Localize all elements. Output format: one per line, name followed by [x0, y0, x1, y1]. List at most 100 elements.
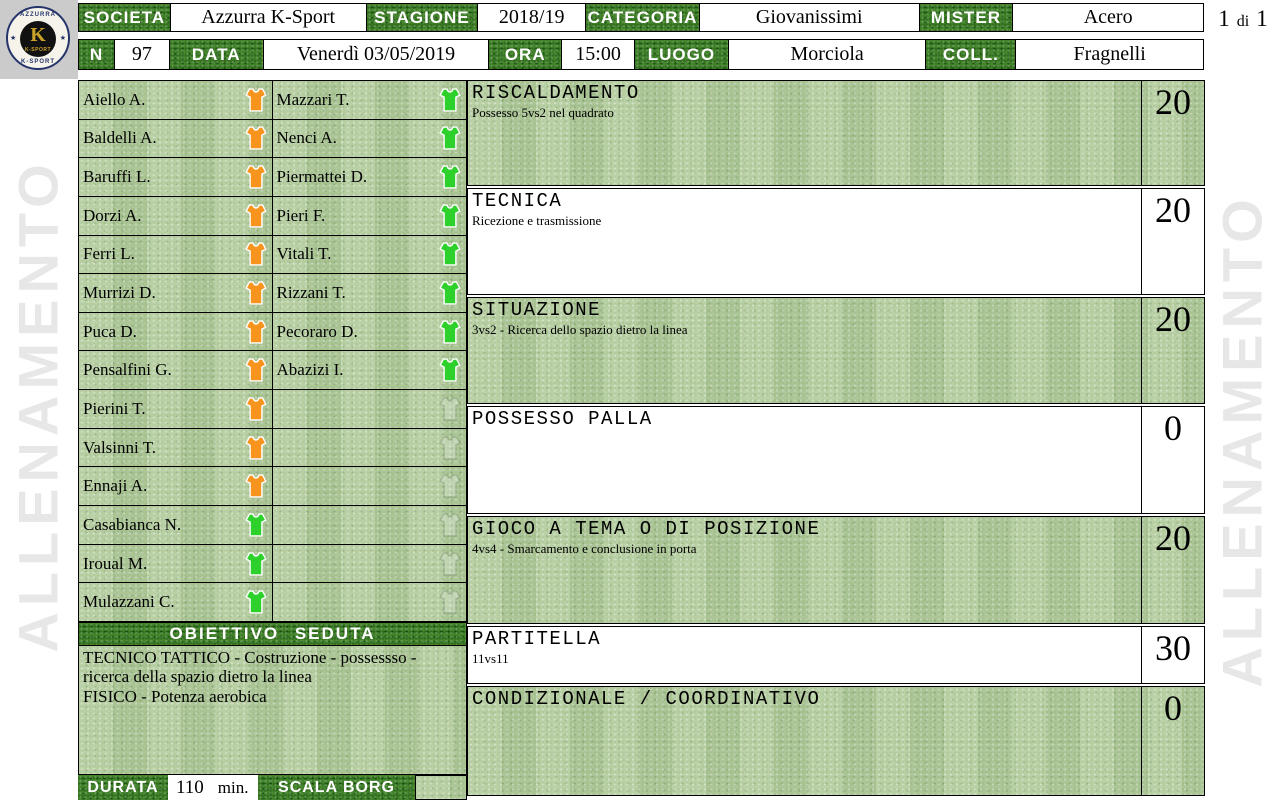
table-row: Pierini T.: [79, 390, 466, 429]
player-cell[interactable]: Dorzi A.: [79, 197, 273, 235]
player-name: Pierini T.: [83, 399, 146, 419]
label-text: MISTER: [931, 8, 1001, 28]
vest-icon[interactable]: [245, 320, 267, 344]
vest-icon[interactable]: [245, 88, 267, 112]
section-row-situazione[interactable]: SITUAZIONE3vs2 - Ricerca dello spazio di…: [467, 297, 1205, 404]
vest-icon[interactable]: [439, 320, 461, 344]
player-cell[interactable]: Pierini T.: [79, 390, 273, 428]
section-row-gioco-a-tema[interactable]: GIOCO A TEMA O DI POSIZIONE4vs4 - Smarca…: [467, 516, 1205, 624]
societa-value-field[interactable]: Azzurra K-Sport: [171, 4, 367, 31]
coll-value-field[interactable]: Fragnelli: [1016, 40, 1203, 69]
player-cell[interactable]: Pieri F.: [273, 197, 467, 235]
table-row: Aiello A. Mazzari T.: [79, 81, 466, 120]
vest-icon[interactable]: [439, 590, 461, 614]
borg-value-field[interactable]: [415, 775, 467, 800]
player-cell[interactable]: Pensalfini G.: [79, 351, 273, 389]
section-row-tecnica[interactable]: TECNICARicezione e trasmissione 20: [467, 188, 1205, 295]
durata-value-field[interactable]: 110 min.: [168, 775, 258, 800]
vest-icon[interactable]: [245, 126, 267, 150]
vest-icon[interactable]: [245, 397, 267, 421]
player-cell[interactable]: Abazizi I.: [273, 351, 467, 389]
vest-icon[interactable]: [439, 552, 461, 576]
vest-icon[interactable]: [245, 552, 267, 576]
player-cell[interactable]: Aiello A.: [79, 81, 273, 119]
mister-value-field[interactable]: Acero: [1013, 4, 1203, 31]
player-cell[interactable]: Pecoraro D.: [273, 313, 467, 351]
section-duration[interactable]: 20: [1141, 517, 1204, 623]
vest-icon[interactable]: [439, 436, 461, 460]
section-row-riscaldamento[interactable]: RISCALDAMENTOPossesso 5vs2 nel quadrato …: [467, 80, 1205, 186]
vest-icon[interactable]: [245, 436, 267, 460]
player-cell[interactable]: Mazzari T.: [273, 81, 467, 119]
player-cell[interactable]: [273, 506, 467, 544]
player-cell[interactable]: Mulazzani C.: [79, 583, 273, 621]
player-cell[interactable]: Puca D.: [79, 313, 273, 351]
player-cell[interactable]: [273, 390, 467, 428]
section-title: RISCALDAMENTO: [472, 82, 1137, 104]
section-row-condizionale[interactable]: CONDIZIONALE / COORDINATIVO 0: [467, 686, 1205, 796]
player-cell[interactable]: Murrizi D.: [79, 274, 273, 312]
player-cell[interactable]: Valsinni T.: [79, 429, 273, 467]
table-row: Mulazzani C.: [79, 583, 466, 621]
player-cell[interactable]: [273, 545, 467, 583]
vest-icon[interactable]: [245, 281, 267, 305]
objective-text-field[interactable]: TECNICO TATTICO - Costruzione - possesss…: [78, 646, 467, 775]
vest-icon[interactable]: [439, 513, 461, 537]
section-duration[interactable]: 20: [1141, 81, 1204, 185]
mister-label: MISTER: [920, 4, 1014, 31]
player-cell[interactable]: Baldelli A.: [79, 120, 273, 158]
player-name: Mazzari T.: [277, 90, 350, 110]
vest-icon[interactable]: [245, 165, 267, 189]
categoria-value-field[interactable]: Giovanissimi: [700, 4, 920, 31]
player-cell[interactable]: Baruffi L.: [79, 158, 273, 196]
section-duration[interactable]: 20: [1141, 189, 1204, 294]
vest-icon[interactable]: [439, 242, 461, 266]
categoria-label: CATEGORIA: [586, 4, 700, 31]
section-row-possesso-palla[interactable]: POSSESSO PALLA 0: [467, 406, 1205, 514]
section-duration[interactable]: 20: [1141, 298, 1204, 403]
vest-icon[interactable]: [439, 397, 461, 421]
vest-icon[interactable]: [439, 281, 461, 305]
vest-icon[interactable]: [245, 590, 267, 614]
vest-icon[interactable]: [245, 474, 267, 498]
vest-icon[interactable]: [245, 513, 267, 537]
section-subtitle: 3vs2 - Ricerca dello spazio dietro la li…: [472, 322, 1137, 338]
player-name: Nenci A.: [277, 128, 337, 148]
ora-value-field[interactable]: 15:00: [562, 40, 635, 69]
section-duration[interactable]: 30: [1141, 627, 1204, 683]
vest-icon[interactable]: [245, 358, 267, 382]
player-cell[interactable]: Casabianca N.: [79, 506, 273, 544]
vest-icon[interactable]: [245, 242, 267, 266]
numero-value-field[interactable]: 97: [115, 40, 170, 69]
player-cell[interactable]: [273, 467, 467, 505]
vest-icon[interactable]: [439, 126, 461, 150]
section-title: GIOCO A TEMA O DI POSIZIONE: [472, 518, 1137, 540]
player-cell[interactable]: Vitali T.: [273, 236, 467, 274]
player-cell[interactable]: Ennaji A.: [79, 467, 273, 505]
header-row-1: SOCIETA Azzurra K-Sport STAGIONE 2018/19…: [78, 3, 1204, 32]
player-cell[interactable]: Ferri L.: [79, 236, 273, 274]
section-duration[interactable]: 0: [1141, 687, 1204, 795]
table-row: Puca D. Pecoraro D.: [79, 313, 466, 352]
section-row-partitella[interactable]: PARTITELLA11vs11 30: [467, 626, 1205, 684]
objective-line: TECNICO TATTICO - Costruzione - possesss…: [83, 648, 462, 687]
player-cell[interactable]: Iroual M.: [79, 545, 273, 583]
star-icon: ★: [10, 34, 16, 42]
section-duration[interactable]: 0: [1141, 407, 1204, 513]
player-cell[interactable]: Piermattei D.: [273, 158, 467, 196]
vest-icon[interactable]: [439, 474, 461, 498]
player-cell[interactable]: [273, 429, 467, 467]
vest-icon[interactable]: [439, 358, 461, 382]
data-value-field[interactable]: Venerdì 03/05/2019: [264, 40, 490, 69]
player-cell[interactable]: Rizzani T.: [273, 274, 467, 312]
player-cell[interactable]: [273, 583, 467, 621]
luogo-value-field[interactable]: Morciola: [729, 40, 927, 69]
numero-label: N: [79, 40, 115, 69]
vest-icon[interactable]: [245, 204, 267, 228]
player-cell[interactable]: Nenci A.: [273, 120, 467, 158]
vest-icon[interactable]: [439, 88, 461, 112]
player-name: Iroual M.: [83, 554, 147, 574]
vest-icon[interactable]: [439, 165, 461, 189]
vest-icon[interactable]: [439, 204, 461, 228]
stagione-value-field[interactable]: 2018/19: [478, 4, 586, 31]
